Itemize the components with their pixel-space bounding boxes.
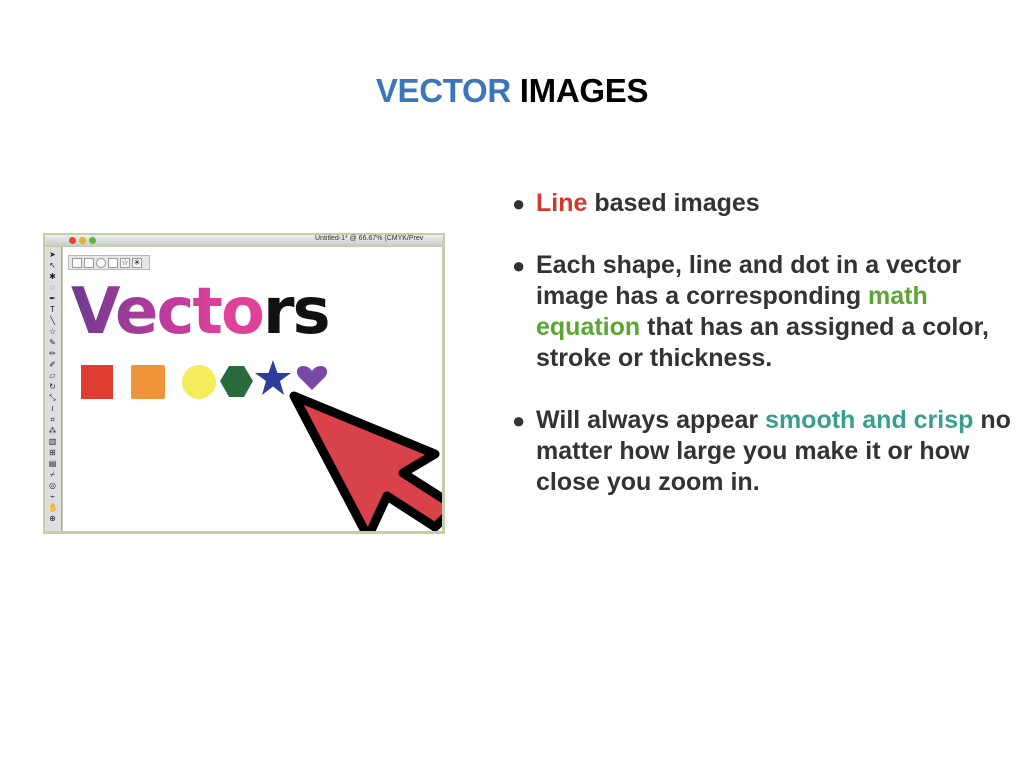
bullet-item-smooth-crisp: ● Will always appear smooth and crisp no… [512,405,1012,498]
blob-brush-tool-icon: ✐ [49,360,56,369]
gradient-tool-icon: ▤ [48,459,57,468]
yellow-circle [182,365,216,399]
graph-tool-icon: ▥ [48,437,57,446]
line-tool-icon: ╲ [50,316,55,325]
bullet-dot-icon: ● [512,408,526,433]
artboard-canvas: ☆ ✳ Vectors [63,247,442,531]
bullet-item-line-based: ● Line based images [512,188,1012,219]
tools-panel: ➤ ↖ ✱ ◌ ✒ T ╲ ☆ ✎ ✏ ✐ ▱ ↻ ⤡ ≀ ⌗ ⁂ ▥ ⊞ ▤ … [45,247,62,531]
bullet-list: ● Line based images ● Each shape, line a… [512,188,1012,529]
title-images: IMAGES [510,72,649,109]
slice-tool-icon: ⌁ [50,492,55,501]
bullet-3-part-2: smooth and crisp [765,406,974,434]
scale-tool-icon: ⤡ [49,393,56,402]
brush-tool-icon: ✎ [49,338,56,347]
bullet-item-math-equation: ● Each shape, line and dot in a vector i… [512,250,1012,374]
zoom-tool-icon: ⊕ [49,514,56,523]
rotate-tool-icon: ↻ [49,382,56,391]
title-vector: VECTOR [375,72,511,109]
selection-tool-icon: ➤ [49,250,56,259]
purple-heart [296,366,328,390]
window-title: Untitled-1* @ 66.67% (CMYK/Prev [315,235,424,242]
window-titlebar: Untitled-1* @ 66.67% (CMYK/Prev [45,235,443,246]
free-transform-tool-icon: ⌗ [50,415,55,424]
red-square [81,365,113,399]
minimize-dot-icon [79,237,86,244]
mesh-tool-icon: ⊞ [49,448,56,457]
bullet-dot-icon: ● [512,253,526,278]
eraser-tool-icon: ▱ [49,371,56,380]
bullet-1-part-1: Line [536,189,588,217]
slide-title: VECTOR IMAGES [0,72,1024,110]
hand-tool-icon: ✋ [48,503,58,512]
vector-shapes [81,360,442,531]
close-dot-icon [69,237,76,244]
eyedropper-tool-icon: ⌿ [50,470,55,479]
bullet-dot-icon: ● [512,191,526,216]
shape-tool-icon: ☆ [48,327,57,336]
orange-square [131,365,165,399]
illustrator-screenshot: Untitled-1* @ 66.67% (CMYK/Prev ➤ ↖ ✱ ◌ … [43,233,445,534]
type-tool-icon: T [50,305,55,314]
lasso-tool-icon: ◌ [50,283,55,292]
warp-tool-icon: ≀ [51,404,54,413]
magic-wand-tool-icon: ✱ [49,272,56,281]
blue-star [255,360,291,395]
symbol-sprayer-tool-icon: ⁂ [48,426,57,435]
bullet-3-part-1: Will always appear [536,406,766,434]
cursor-arrow-icon [289,391,442,531]
direct-select-tool-icon: ↖ [49,261,56,270]
green-hexagon [220,366,253,397]
blend-tool-icon: ◎ [49,481,56,490]
pen-tool-icon: ✒ [49,294,56,303]
zoom-dot-icon [89,237,96,244]
pencil-tool-icon: ✏ [49,349,56,358]
bullet-1-part-2: based images [587,189,760,217]
